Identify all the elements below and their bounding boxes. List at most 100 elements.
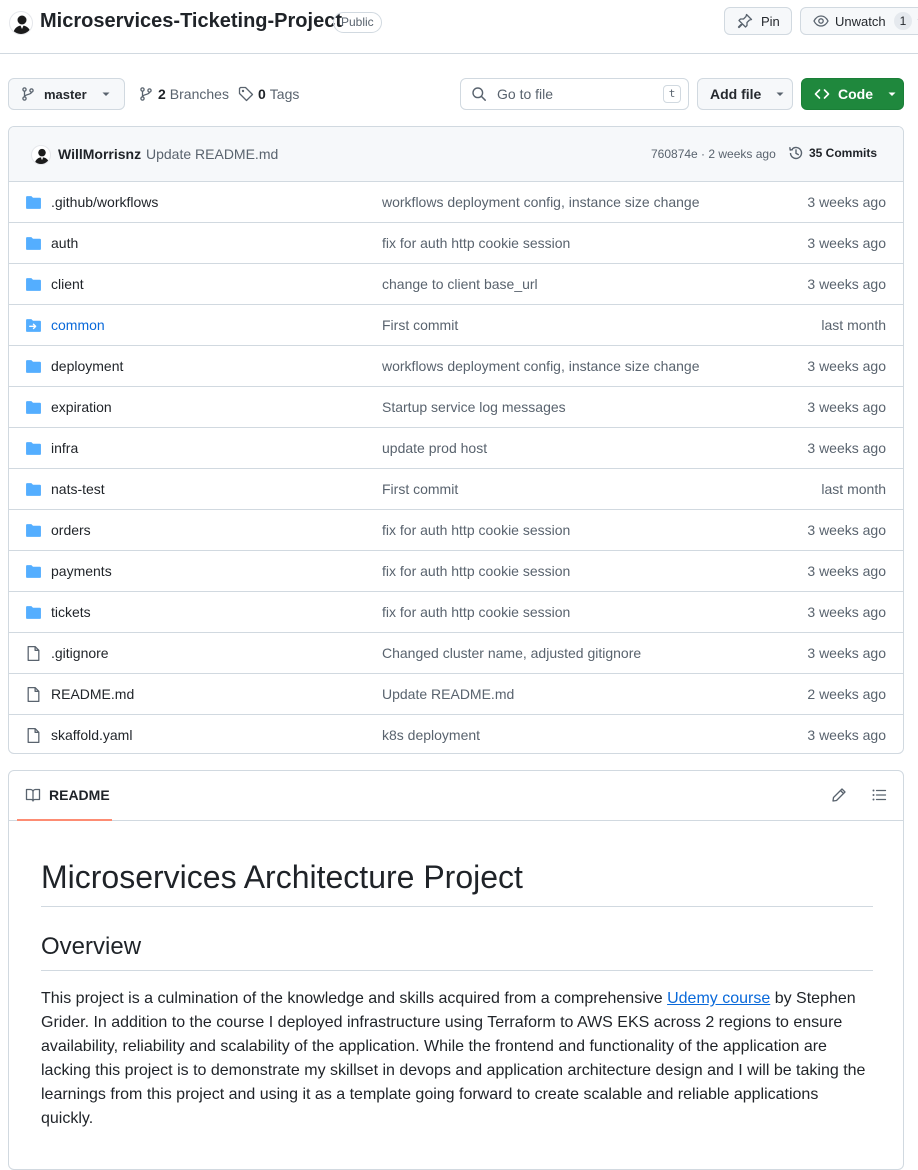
file-row[interactable]: .github/workflows workflows deployment co… [9,182,903,223]
code-label: Code [838,86,873,102]
file-row[interactable]: deployment workflows deployment config, i… [9,346,903,387]
file-row[interactable]: nats-test First commit last month [9,469,903,510]
file-commit-message[interactable]: k8s deployment [382,727,480,743]
visibility-badge: Public [333,12,382,33]
overview-heading: Overview [41,933,873,972]
overview-paragraph: This project is a culmination of the kno… [41,987,873,1131]
shortcut-key-hint: t [663,85,681,103]
file-commit-message[interactable]: fix for auth http cookie session [382,235,570,251]
file-name[interactable]: skaffold.yaml [51,727,132,743]
file-commit-date: 3 weeks ago [807,727,886,743]
readme-title: Microservices Architecture Project [41,858,873,908]
file-commit-message[interactable]: Update README.md [382,686,514,702]
file-name[interactable]: .gitignore [51,645,109,661]
code-button[interactable]: Code [801,78,904,110]
file-commit-date: 3 weeks ago [807,358,886,374]
branch-select-button[interactable]: master [8,78,125,110]
file-row[interactable]: README.md Update README.md 2 weeks ago [9,674,903,715]
file-commit-message[interactable]: Startup service log messages [382,399,566,415]
go-to-file-input[interactable] [495,85,645,103]
folder-icon [25,194,42,211]
search-icon [471,86,487,102]
commit-author[interactable]: WillMorrisnz [58,146,141,162]
file-name[interactable]: tickets [51,604,91,620]
file-row[interactable]: .gitignore Changed cluster name, adjusted… [9,633,903,674]
file-commit-message[interactable]: fix for auth http cookie session [382,563,570,579]
file-row[interactable]: payments fix for auth http cookie session… [9,551,903,592]
file-commit-message[interactable]: workflows deployment config, instance si… [382,194,700,210]
file-row[interactable]: auth fix for auth http cookie session 3 we… [9,223,903,264]
history-icon [788,145,804,161]
paragraph-text-end: by Stephen Grider. In addition to the co… [41,990,866,1128]
file-commit-message[interactable]: Changed cluster name, adjusted gitignore [382,645,641,661]
add-file-button[interactable]: Add file [697,78,793,110]
file-row[interactable]: infra update prod host 3 weeks ago [9,428,903,469]
owner-avatar[interactable] [9,11,33,35]
file-commit-message[interactable]: First commit [382,481,458,497]
watch-count: 1 [893,12,913,30]
file-icon [25,686,42,703]
file-name[interactable]: deployment [51,358,123,374]
file-commit-date: 3 weeks ago [807,522,886,538]
tags-link[interactable]: 0 Tags [238,86,299,102]
file-name[interactable]: nats-test [51,481,105,497]
file-commit-message[interactable]: fix for auth http cookie session [382,522,570,538]
file-name[interactable]: expiration [51,399,112,415]
udemy-course-link[interactable]: Udemy course [667,990,770,1007]
chevron-down-icon [887,89,897,99]
commits-history-link[interactable]: 35 Commits [788,145,877,161]
file-commit-message[interactable]: workflows deployment config, instance si… [382,358,700,374]
file-name[interactable]: payments [51,563,112,579]
file-name[interactable]: auth [51,235,78,251]
add-file-label: Add file [710,86,762,102]
git-branch-icon [138,86,154,102]
code-icon [814,86,830,102]
file-name[interactable]: orders [51,522,91,538]
file-name[interactable]: .github/workflows [51,194,158,210]
file-commit-date: 3 weeks ago [807,645,886,661]
file-row[interactable]: orders fix for auth http cookie session 3 … [9,510,903,551]
pin-button[interactable]: Pin [724,7,792,35]
file-commit-date: 2 weeks ago [807,686,886,702]
file-commit-message[interactable]: change to client base_url [382,276,538,292]
file-commit-date: 3 weeks ago [807,235,886,251]
readme-tab[interactable]: README [17,771,112,821]
file-row[interactable]: common First commit last month [9,305,903,346]
file-name[interactable]: client [51,276,84,292]
branches-link[interactable]: 2 Branches [138,86,229,102]
file-commit-message[interactable]: First commit [382,317,458,333]
folder-icon [25,563,42,580]
file-row[interactable]: tickets fix for auth http cookie session 3… [9,592,903,633]
branch-name: master [44,86,87,102]
chevron-down-icon [775,89,785,99]
outline-list-icon[interactable] [871,787,887,803]
go-to-file-box[interactable]: t [460,78,689,110]
file-row[interactable]: client change to client base_url 3 weeks a… [9,264,903,305]
chevron-down-icon [101,89,111,99]
file-name[interactable]: common [51,317,105,333]
pin-label: Pin [761,13,780,29]
commits-count: 35 Commits [809,146,878,160]
file-commit-message[interactable]: fix for auth http cookie session [382,604,570,620]
eye-icon [813,13,829,29]
file-list: .github/workflows workflows deployment co… [9,182,903,753]
file-name[interactable]: README.md [51,686,134,702]
file-row[interactable]: skaffold.yaml k8s deployment 3 weeks ago [9,715,903,753]
folder-icon [25,235,42,252]
edit-pencil-icon[interactable] [831,787,847,803]
unwatch-label: Unwatch [835,13,886,29]
tags-label: Tags [269,86,300,102]
readme-tools [831,787,887,803]
repo-name[interactable]: Microservices-Ticketing-Project [40,10,342,33]
commit-sha-time[interactable]: 760874e · 2 weeks ago [651,147,776,161]
file-row[interactable]: expiration Startup service log messages 3 … [9,387,903,428]
file-table: WillMorrisnz Update README.md 760874e · … [8,126,904,754]
file-name[interactable]: infra [51,440,78,456]
latest-commit-bar: WillMorrisnz Update README.md 760874e · … [9,127,903,182]
file-commit-date: 3 weeks ago [807,399,886,415]
file-commit-message[interactable]: update prod host [382,440,487,456]
commit-message[interactable]: Update README.md [146,146,278,162]
file-commit-date: 3 weeks ago [807,276,886,292]
unwatch-button[interactable]: Unwatch 1 [800,7,918,35]
author-avatar[interactable] [31,145,51,165]
